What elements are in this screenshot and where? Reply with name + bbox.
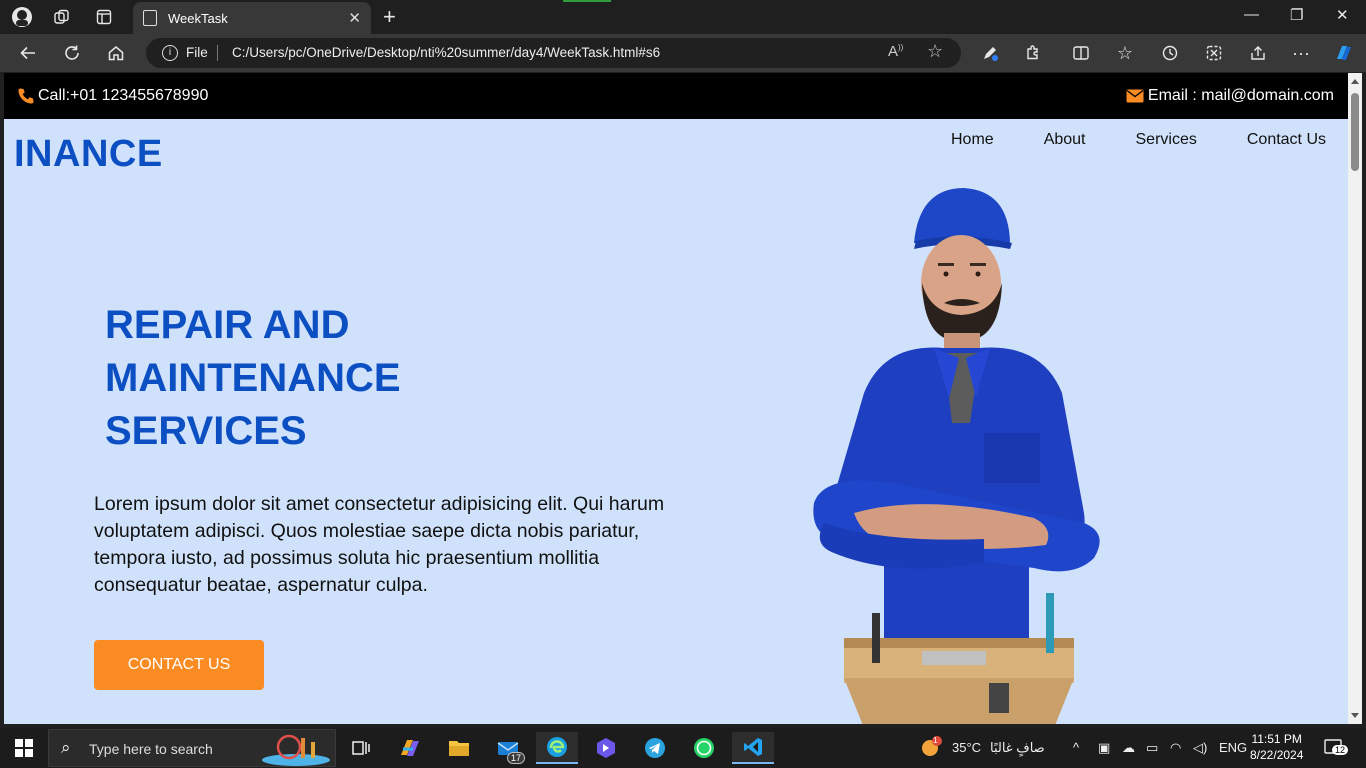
info-icon[interactable]: i: [162, 45, 178, 61]
mail-app-icon[interactable]: 17: [487, 732, 529, 764]
phone-icon: [17, 87, 35, 105]
power-automate-icon[interactable]: [585, 732, 627, 764]
task-view-icon[interactable]: [340, 732, 382, 764]
page-icon: [143, 10, 157, 26]
worker-image: [813, 188, 1100, 724]
back-icon[interactable]: [16, 41, 40, 65]
notification-count: 12: [1332, 745, 1349, 755]
tab-actions-icon[interactable]: [92, 5, 116, 29]
call-info[interactable]: Call:+01 123455678990: [17, 87, 208, 105]
onedrive-icon[interactable]: ☁: [1122, 740, 1135, 756]
accent-line: [563, 0, 611, 2]
search-icon: ⌕: [61, 738, 71, 757]
clock[interactable]: 11:51 PM 8/22/2024: [1250, 731, 1303, 763]
mail-icon: [1126, 89, 1144, 103]
active-tab[interactable]: WeekTask ✕: [133, 2, 371, 34]
pen-icon[interactable]: [978, 41, 1002, 65]
vscode-icon[interactable]: [732, 732, 774, 764]
nav-contact-us[interactable]: Contact Us: [1247, 131, 1326, 149]
more-icon[interactable]: ···: [1289, 41, 1313, 65]
hero-description: Lorem ipsum dolor sit amet consectetur a…: [94, 493, 665, 596]
battery-icon[interactable]: ▭: [1146, 740, 1158, 756]
taskbar-search[interactable]: ⌕ Type here to search: [48, 729, 336, 767]
search-placeholder: Type here to search: [89, 741, 213, 757]
call-text: Call:+01 123455678990: [38, 87, 209, 104]
profile-avatar-icon[interactable]: [10, 5, 34, 29]
meet-now-icon[interactable]: ▣: [1098, 740, 1110, 756]
address-toolbar: i File C:/Users/pc/OneDrive/Desktop/nti%…: [0, 34, 1366, 72]
telegram-icon[interactable]: [634, 732, 676, 764]
nav-services[interactable]: Services: [1136, 131, 1197, 149]
refresh-icon[interactable]: [60, 41, 84, 65]
scroll-up-icon[interactable]: [1351, 79, 1359, 84]
notification-center-icon[interactable]: 12: [1324, 738, 1349, 761]
tab-strip: WeekTask ✕ + — ❐ ✕: [0, 0, 1366, 34]
contact-bar: Call:+01 123455678990 Email : mail@domai…: [4, 73, 1348, 119]
contact-us-button[interactable]: CONTACT US: [94, 640, 264, 690]
mail-badge: 17: [506, 752, 525, 764]
language-indicator[interactable]: ENG: [1219, 740, 1247, 755]
favorites-icon[interactable]: ☆: [1113, 41, 1137, 65]
history-icon[interactable]: [1158, 41, 1182, 65]
share-icon[interactable]: [1246, 41, 1270, 65]
clock-date: 8/22/2024: [1250, 748, 1304, 762]
whatsapp-icon[interactable]: [683, 732, 725, 764]
volume-icon[interactable]: ◁): [1193, 740, 1207, 756]
nav-about[interactable]: About: [1044, 131, 1086, 149]
url-text[interactable]: C:/Users/pc/OneDrive/Desktop/nti%20summe…: [232, 45, 660, 60]
email-info[interactable]: Email : mail@domain.com: [1126, 87, 1334, 105]
window-close-icon[interactable]: ✕: [1336, 6, 1349, 24]
hero-title: REPAIR AND MAINTENANCE SERVICES: [105, 303, 401, 453]
taskbar: ⌕ Type here to search 17 1 35°C صافٍ غال…: [0, 728, 1366, 768]
file-explorer-icon[interactable]: [438, 732, 480, 764]
copilot-app-icon[interactable]: [389, 732, 431, 764]
weather-text[interactable]: صافٍ غالبًا: [990, 740, 1045, 756]
site-logo[interactable]: INANCE: [14, 133, 163, 176]
weather-badge: 1: [933, 736, 938, 745]
close-icon[interactable]: ✕: [348, 9, 361, 27]
separator: [217, 45, 218, 61]
chevron-up-icon[interactable]: ^: [1073, 740, 1079, 755]
new-tab-icon[interactable]: +: [383, 4, 396, 30]
wifi-icon[interactable]: ◠: [1170, 740, 1181, 756]
minimize-icon[interactable]: —: [1244, 6, 1259, 23]
screenshot-icon[interactable]: [1202, 41, 1226, 65]
scrollbar-thumb[interactable]: [1351, 93, 1359, 171]
tab-title: WeekTask: [168, 10, 228, 26]
workspaces-icon[interactable]: [50, 5, 74, 29]
split-screen-icon[interactable]: [1069, 41, 1093, 65]
temperature-text[interactable]: 35°C: [952, 740, 981, 755]
maximize-icon[interactable]: ❐: [1290, 6, 1303, 24]
windows-start-icon[interactable]: [15, 739, 33, 757]
nav-home[interactable]: Home: [951, 131, 994, 149]
main-nav: Home About Services Contact Us: [901, 131, 1326, 149]
extensions-icon[interactable]: [1021, 41, 1045, 65]
address-field[interactable]: i File C:/Users/pc/OneDrive/Desktop/nti%…: [146, 38, 961, 68]
scroll-down-icon[interactable]: [1351, 713, 1359, 718]
copilot-icon[interactable]: [1332, 41, 1356, 65]
file-label: File: [186, 45, 208, 60]
email-text: Email : mail@domain.com: [1147, 87, 1334, 104]
search-highlight-icon: [262, 734, 330, 766]
home-icon[interactable]: [104, 41, 128, 65]
window-edge: [1362, 73, 1366, 724]
edge-app-icon[interactable]: [536, 732, 578, 764]
page-scrollbar[interactable]: [1348, 73, 1362, 724]
favorite-star-icon[interactable]: ☆: [927, 41, 943, 62]
read-aloud-icon[interactable]: A)): [888, 43, 903, 60]
clock-time: 11:51 PM: [1251, 732, 1302, 746]
web-page: Call:+01 123455678990 Email : mail@domai…: [4, 73, 1348, 724]
weather-icon[interactable]: [920, 736, 944, 761]
